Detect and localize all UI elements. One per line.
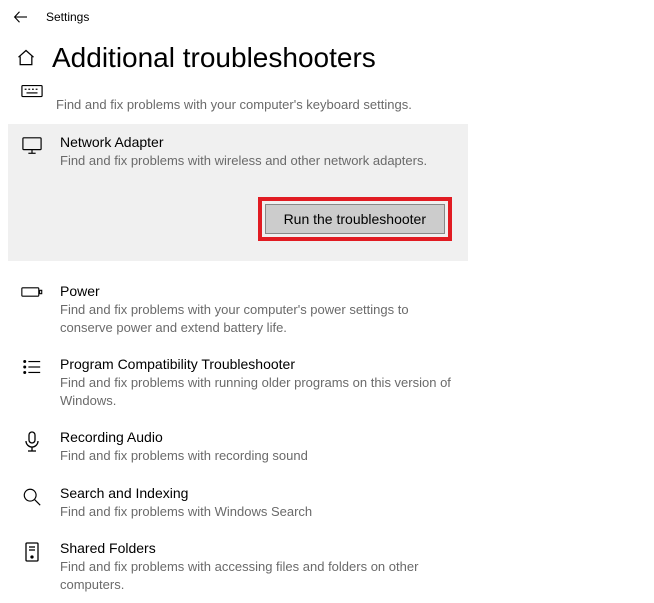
troubleshooter-item-network[interactable]: Network Adapter Find and fix problems wi… xyxy=(8,124,468,262)
item-title: Recording Audio xyxy=(60,429,456,445)
item-title: Network Adapter xyxy=(60,134,456,150)
item-desc: Find and fix problems with Windows Searc… xyxy=(60,503,456,521)
item-title: Search and Indexing xyxy=(60,485,456,501)
home-icon[interactable] xyxy=(16,48,36,68)
back-icon[interactable] xyxy=(12,8,30,26)
item-desc: Find and fix problems with wireless and … xyxy=(60,152,456,170)
highlight-box: Run the troubleshooter xyxy=(258,197,452,241)
button-row: Run the troubleshooter xyxy=(20,197,456,241)
page-title: Additional troubleshooters xyxy=(52,42,376,74)
item-desc: Find and fix problems with your computer… xyxy=(60,301,456,336)
troubleshooter-item-folders[interactable]: Shared Folders Find and fix problems wit… xyxy=(8,530,468,603)
item-desc: Find and fix problems with running older… xyxy=(60,374,456,409)
battery-icon xyxy=(21,285,43,299)
item-title: Shared Folders xyxy=(60,540,456,556)
search-icon xyxy=(22,487,42,507)
keyboard-icon xyxy=(21,84,43,100)
run-troubleshooter-button[interactable]: Run the troubleshooter xyxy=(265,204,445,234)
microphone-icon xyxy=(24,431,40,453)
item-title: Power xyxy=(60,283,456,299)
window-title: Settings xyxy=(46,10,89,24)
item-title: Program Compatibility Troubleshooter xyxy=(60,356,456,372)
item-desc: Find and fix problems with accessing fil… xyxy=(60,558,456,593)
server-icon xyxy=(23,542,41,564)
troubleshooter-item-audio[interactable]: Recording Audio Find and fix problems wi… xyxy=(8,419,468,475)
troubleshooter-list: Find and fix problems with your computer… xyxy=(0,82,654,603)
troubleshooter-item-search[interactable]: Search and Indexing Find and fix problem… xyxy=(8,475,468,531)
item-desc: Find and fix problems with your computer… xyxy=(56,96,456,114)
troubleshooter-item-power[interactable]: Power Find and fix problems with your co… xyxy=(8,273,468,346)
troubleshooter-item-compat[interactable]: Program Compatibility Troubleshooter Fin… xyxy=(8,346,468,419)
page-header: Additional troubleshooters xyxy=(0,30,654,82)
list-icon xyxy=(22,358,42,376)
monitor-icon xyxy=(21,136,43,156)
item-desc: Find and fix problems with recording sou… xyxy=(60,447,456,465)
title-bar: Settings xyxy=(0,0,654,30)
